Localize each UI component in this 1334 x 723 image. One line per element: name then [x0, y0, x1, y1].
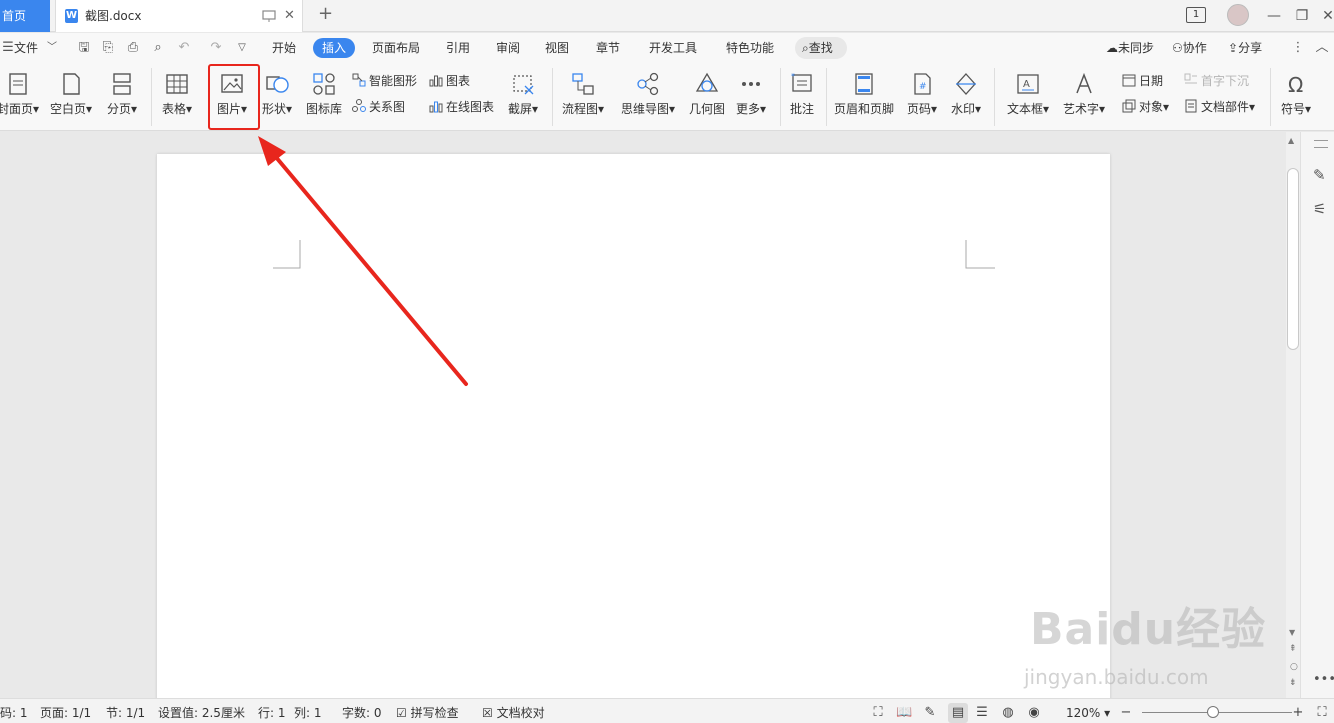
spellcheck-button[interactable]: ☑ 拼写检查: [396, 705, 459, 721]
eye-protect-icon[interactable]: ◉: [1026, 705, 1042, 721]
baidu-watermark: Baidu经验: [1030, 604, 1267, 655]
zoom-level[interactable]: 120% ▾: [1066, 705, 1110, 721]
web-view-icon[interactable]: ◍: [1000, 705, 1016, 721]
status-page[interactable]: 页面: 1/1: [40, 705, 91, 721]
reading-mode-icon[interactable]: 📖: [896, 705, 912, 721]
proofread-button[interactable]: ☒ 文档校对: [482, 705, 545, 721]
status-word-count[interactable]: 字数: 0: [342, 705, 382, 721]
baidu-watermark-url: jingyan.baidu.com: [1024, 665, 1209, 689]
proofread-icon: ☒: [482, 706, 493, 720]
proofread-label: 文档校对: [496, 706, 545, 720]
write-mode-icon[interactable]: ✎: [922, 705, 938, 721]
status-row[interactable]: 行: 1: [258, 705, 286, 721]
status-setting[interactable]: 设置值: 2.5厘米: [158, 705, 245, 721]
zoom-in-icon[interactable]: +: [1290, 705, 1306, 721]
zoom-slider-handle[interactable]: [1207, 706, 1219, 718]
checkbox-check-icon: ☑: [396, 706, 407, 720]
status-section[interactable]: 节: 1/1: [106, 705, 145, 721]
fit-page-icon[interactable]: ⛶: [1314, 705, 1330, 721]
fullscreen-icon[interactable]: ⛶: [870, 705, 886, 721]
spellcheck-label: 拼写检查: [410, 706, 459, 720]
status-page-code[interactable]: 码: 1: [0, 705, 28, 721]
zoom-out-icon[interactable]: −: [1118, 705, 1134, 721]
page-view-icon[interactable]: ▤: [948, 703, 968, 723]
status-col[interactable]: 列: 1: [294, 705, 322, 721]
outline-view-icon[interactable]: ☰: [974, 705, 990, 721]
